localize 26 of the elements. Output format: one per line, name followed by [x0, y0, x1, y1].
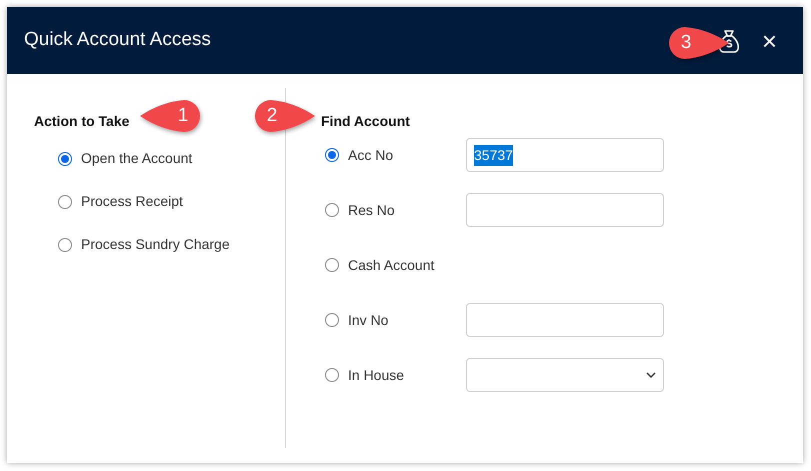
- radio-label[interactable]: Acc No: [348, 144, 394, 166]
- radio-label[interactable]: Cash Account: [348, 254, 434, 276]
- section-heading: Action to Take: [34, 112, 130, 131]
- section-heading: Find Account: [321, 112, 410, 131]
- radio-button[interactable]: [325, 203, 339, 217]
- close-button[interactable]: ×: [756, 28, 783, 54]
- radio-label[interactable]: Res No: [348, 200, 395, 220]
- radio-label[interactable]: Open the Account: [81, 148, 192, 169]
- radio-label[interactable]: In House: [348, 364, 404, 386]
- radio-button[interactable]: [58, 194, 72, 208]
- money-bag-icon[interactable]: [718, 28, 740, 52]
- chevron-down-icon: [646, 372, 656, 378]
- input-field[interactable]: 35737: [466, 138, 664, 172]
- radio-button[interactable]: [325, 258, 339, 272]
- radio-button[interactable]: [325, 313, 339, 327]
- radio-button[interactable]: [58, 238, 72, 252]
- radio-button[interactable]: [325, 148, 339, 162]
- radio-label[interactable]: Inv No: [348, 310, 388, 330]
- window-title: Quick Account Access: [24, 28, 211, 52]
- radio-label[interactable]: Process Receipt: [81, 191, 183, 212]
- dropdown-field[interactable]: [466, 358, 664, 392]
- input-field[interactable]: [466, 193, 664, 227]
- input-field[interactable]: [466, 303, 664, 337]
- radio-button[interactable]: [58, 152, 72, 166]
- radio-button[interactable]: [325, 368, 339, 382]
- radio-label[interactable]: Process Sundry Charge: [81, 234, 230, 255]
